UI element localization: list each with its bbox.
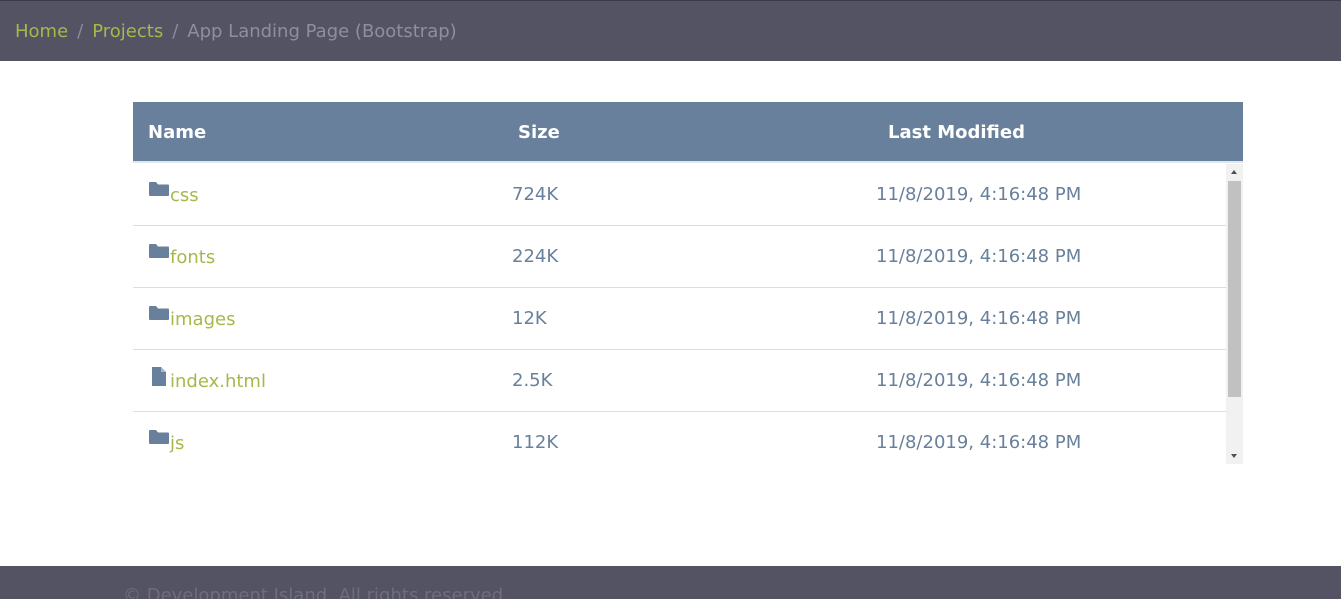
name-cell: index.html [148, 366, 266, 394]
modified-cell: 11/8/2019, 4:16:48 PM [876, 246, 1082, 267]
name-cell: images [148, 304, 235, 332]
breadcrumb-projects-link[interactable]: Projects [92, 21, 163, 42]
table-row: fonts 224K 11/8/2019, 4:16:48 PM [133, 226, 1226, 288]
file-link-index-html[interactable]: index.html [170, 370, 266, 394]
table-scrollbar[interactable] [1226, 164, 1243, 464]
size-cell: 724K [512, 184, 559, 205]
file-link-images[interactable]: images [170, 308, 235, 332]
name-cell: css [148, 180, 199, 208]
scroll-down-button[interactable] [1226, 447, 1243, 464]
column-header-size: Size [518, 122, 560, 143]
breadcrumb-separator: / [77, 21, 84, 42]
scroll-up-button[interactable] [1226, 164, 1243, 181]
name-cell: js [148, 428, 184, 456]
size-cell: 112K [512, 432, 559, 453]
modified-cell: 11/8/2019, 4:16:48 PM [876, 370, 1082, 391]
breadcrumb: Home / Projects / App Landing Page (Bootstra… [15, 20, 457, 44]
arrow-up-icon [1231, 170, 1237, 174]
column-header-last-modified: Last Modified [888, 122, 1025, 143]
table-row: css 724K 11/8/2019, 4:16:48 PM [133, 164, 1226, 226]
footer: © Development Island. All rights reserve… [0, 566, 1341, 599]
size-cell: 2.5K [512, 370, 553, 391]
modified-cell: 11/8/2019, 4:16:48 PM [876, 184, 1082, 205]
folder-icon [148, 304, 170, 324]
top-navigation-bar: Home / Projects / App Landing Page (Bootstra… [0, 0, 1341, 61]
folder-icon [148, 428, 170, 448]
name-cell: fonts [148, 242, 215, 270]
file-link-js[interactable]: js [170, 432, 184, 456]
arrow-down-icon [1231, 454, 1237, 458]
copyright-text: © Development Island. All rights reserve… [123, 585, 509, 599]
scrollbar-thumb[interactable] [1228, 181, 1241, 397]
table-row: images 12K 11/8/2019, 4:16:48 PM [133, 288, 1226, 350]
modified-cell: 11/8/2019, 4:16:48 PM [876, 308, 1082, 329]
breadcrumb-separator: / [172, 21, 179, 42]
breadcrumb-home-link[interactable]: Home [15, 21, 68, 42]
table-row: js 112K 11/8/2019, 4:16:48 PM [133, 412, 1226, 474]
folder-icon [148, 242, 170, 262]
size-cell: 224K [512, 246, 559, 267]
file-link-css[interactable]: css [170, 184, 199, 208]
breadcrumb-current-page: App Landing Page (Bootstrap) [187, 21, 457, 42]
modified-cell: 11/8/2019, 4:16:48 PM [876, 432, 1082, 453]
column-header-name: Name [148, 122, 207, 143]
size-cell: 12K [512, 308, 547, 329]
folder-icon [148, 180, 170, 200]
table-row: index.html 2.5K 11/8/2019, 4:16:48 PM [133, 350, 1226, 412]
file-icon [148, 366, 170, 388]
file-link-fonts[interactable]: fonts [170, 246, 215, 270]
table-header: Name Size Last Modified [133, 102, 1243, 163]
